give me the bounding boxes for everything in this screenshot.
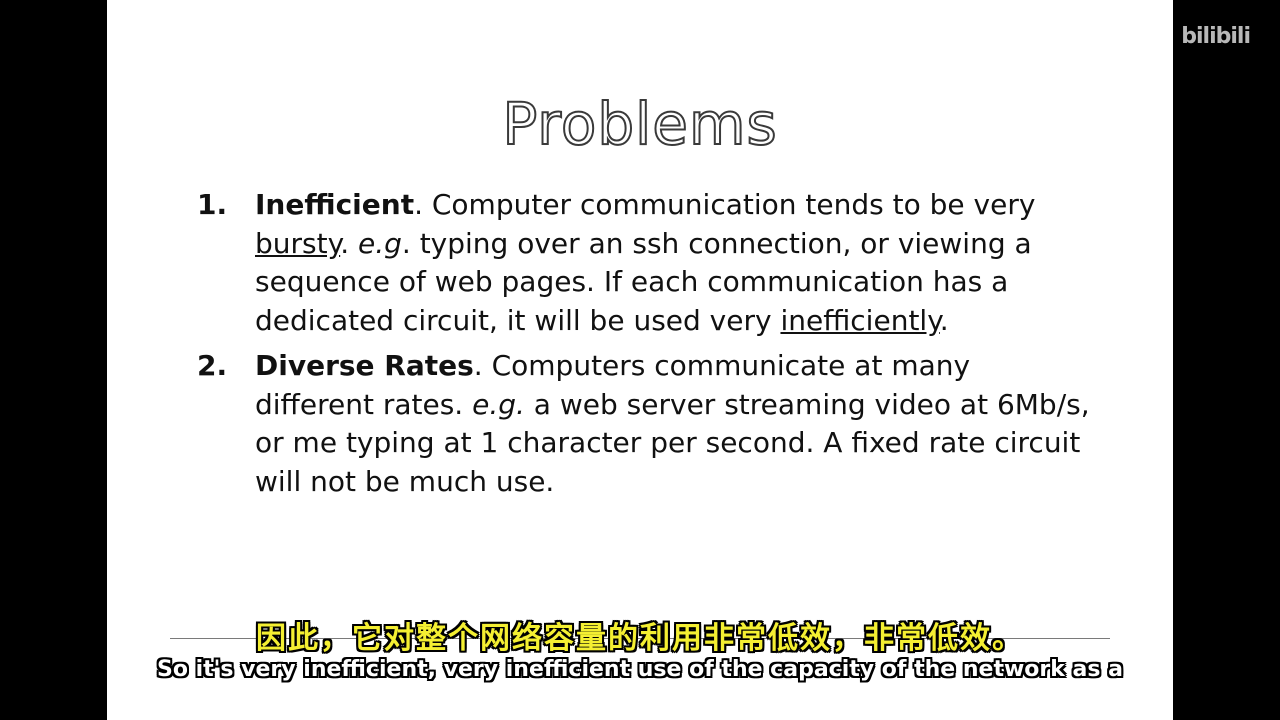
item-number: 2. <box>197 349 228 382</box>
subtitle-english: So it's very inefficient, very inefficie… <box>157 657 1123 682</box>
item-text: Diverse Rates. Computers communicate at … <box>255 347 1097 501</box>
subtitle-chinese: 因此，它对整个网络容量的利用非常低效，非常低效。 <box>256 621 1024 656</box>
list-item: 1. Inefficient. Computer communication t… <box>197 186 1097 340</box>
slide-title: Problems <box>501 89 778 159</box>
slide: Problems 1. Inefficient. Computer commun… <box>107 0 1173 720</box>
item-term: Diverse Rates <box>255 349 474 382</box>
problem-list: 1. Inefficient. Computer communication t… <box>197 186 1097 508</box>
underlined-word: inefficiently <box>780 303 940 337</box>
item-text-part: . Computer communication tends to be ver… <box>414 188 1036 221</box>
italic-text: e.g. <box>472 387 525 421</box>
list-item: 2. Diverse Rates. Computers communicate … <box>197 347 1097 501</box>
item-text-part: . <box>939 303 949 337</box>
underlined-word: bursty <box>255 226 341 260</box>
item-text-part: . <box>340 226 358 260</box>
italic-text: e.g <box>358 226 402 260</box>
item-text: Inefficient. Computer communication tend… <box>255 186 1097 340</box>
item-term: Inefficient <box>255 188 415 221</box>
bilibili-watermark: bilibili <box>1181 24 1251 49</box>
item-number: 1. <box>197 188 228 221</box>
